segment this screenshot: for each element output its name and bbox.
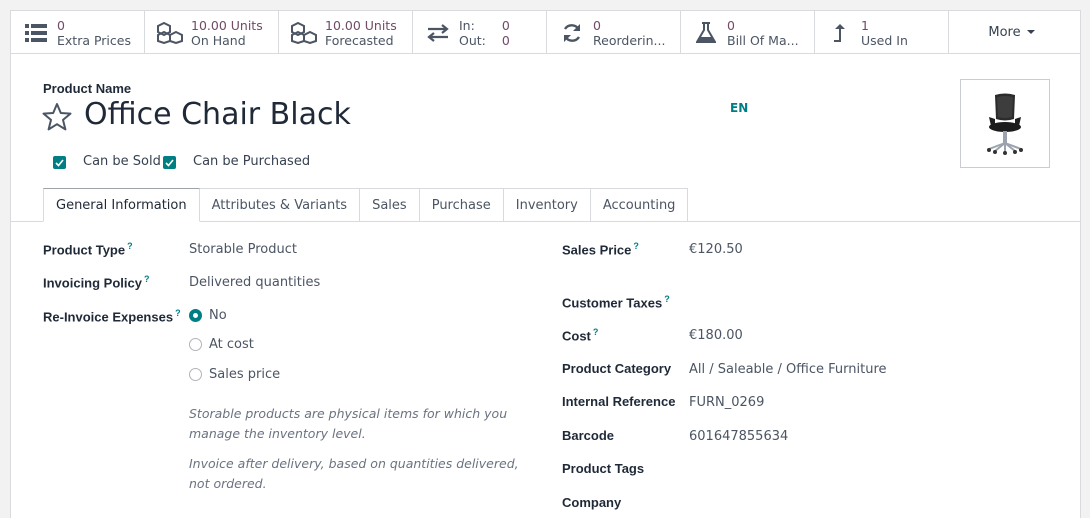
more-dropdown-button[interactable]: More [949, 11, 1080, 53]
office-chair-image [987, 93, 1023, 155]
bom-count: 0 [727, 17, 735, 33]
reinvoice-no-radio[interactable] [189, 309, 202, 322]
reinvoice-expenses-label: Re-Invoice Expenses? [43, 308, 181, 324]
customer-taxes-label: Customer Taxes? [562, 294, 670, 310]
check-icon [55, 158, 64, 167]
product-category-field[interactable]: All / Saleable / Office Furniture [689, 362, 887, 377]
in-label: In: [459, 17, 475, 33]
on-hand-qty: 10.00 Units [191, 17, 263, 33]
sales-price-field[interactable]: €120.50 [689, 242, 743, 257]
product-name-label: Product Name [43, 81, 132, 96]
forecasted-button[interactable]: 10.00 Units Forecasted [279, 11, 413, 54]
product-type-field[interactable]: Storable Product [189, 242, 297, 257]
language-toggle[interactable]: EN [730, 101, 748, 115]
product-type-help-text: Storable products are physical items for… [189, 406, 508, 441]
extra-prices-count: 0 [57, 17, 65, 33]
list-icon [23, 21, 49, 45]
out-label: Out: [459, 32, 486, 48]
reinvoice-sales-price-label: Sales price [209, 367, 281, 382]
used-in-button[interactable]: 1 Used In [815, 11, 949, 54]
product-type-label-text: Product Type [43, 242, 126, 258]
extra-prices-button[interactable]: 0 Extra Prices [11, 11, 145, 54]
help-tooltip-icon[interactable]: ? [175, 308, 181, 318]
in-out-button[interactable]: In: 0 Out: 0 [413, 11, 547, 54]
star-icon[interactable] [42, 102, 72, 132]
invoicing-policy-label: Invoicing Policy? [43, 274, 149, 290]
product-form-sheet: 0 Extra Prices 10.00 Units On Hand 10.00 U… [10, 10, 1081, 518]
notebook-tabs: General Information Attributes & Variant… [43, 188, 689, 222]
forecasted-label: Forecasted [325, 32, 394, 48]
help-tooltip-icon[interactable]: ? [633, 241, 639, 251]
product-image[interactable] [960, 79, 1050, 168]
tab-general-information[interactable]: General Information [43, 188, 200, 222]
tab-accounting[interactable]: Accounting [590, 188, 689, 222]
can-be-purchased-checkbox[interactable] [163, 156, 176, 169]
tab-attributes-variants[interactable]: Attributes & Variants [199, 188, 361, 222]
barcode-field[interactable]: 601647855634 [689, 429, 788, 444]
extra-prices-label: Extra Prices [57, 32, 131, 48]
product-type-label: Product Type? [43, 241, 133, 257]
cubes-icon [291, 21, 317, 45]
invoicing-policy-field[interactable]: Delivered quantities [189, 275, 320, 290]
reinvoice-sales-price-radio[interactable] [189, 368, 202, 381]
cubes-icon [157, 21, 183, 45]
forecasted-qty: 10.00 Units [325, 17, 397, 33]
reinvoice-no-label: No [209, 308, 227, 323]
tab-purchase[interactable]: Purchase [419, 188, 504, 222]
help-tooltip-icon[interactable]: ? [127, 241, 133, 251]
reinvoice-at-cost-radio[interactable] [189, 338, 202, 351]
tab-inventory[interactable]: Inventory [503, 188, 591, 222]
reordering-label: Reorderin... [593, 32, 666, 48]
reordering-button[interactable]: 0 Reorderin... [547, 11, 681, 54]
can-be-sold-checkbox[interactable] [53, 156, 66, 169]
bill-of-materials-button[interactable]: 0 Bill Of Ma... [681, 11, 815, 54]
product-tags-label: Product Tags [562, 461, 645, 476]
level-up-icon [827, 21, 853, 45]
help-tooltip-icon[interactable]: ? [593, 327, 599, 337]
internal-reference-field[interactable]: FURN_0269 [689, 395, 764, 410]
product-name-field[interactable]: Office Chair Black [84, 97, 351, 132]
cost-label-text: Cost [562, 328, 591, 344]
on-hand-label: On Hand [191, 32, 246, 48]
flask-icon [693, 21, 719, 45]
invoicing-policy-help-text: Invoice after delivery, based on quantit… [189, 456, 519, 491]
on-hand-button[interactable]: 10.00 Units On Hand [145, 11, 279, 54]
internal-reference-label: Internal Reference [562, 394, 676, 409]
help-tooltip-icon[interactable]: ? [144, 274, 150, 284]
product-category-label: Product Category [562, 361, 672, 376]
help-tooltip-icon[interactable]: ? [664, 294, 670, 304]
cost-label: Cost? [562, 327, 598, 343]
caret-down-icon [1026, 30, 1035, 34]
refresh-icon [559, 21, 585, 45]
tab-sales[interactable]: Sales [360, 188, 420, 222]
reinvoice-expenses-label-text: Re-Invoice Expenses [43, 309, 174, 325]
can-be-purchased-label: Can be Purchased [193, 154, 311, 169]
used-in-count: 1 [861, 17, 869, 33]
exchange-icon [425, 21, 451, 45]
sales-price-label: Sales Price? [562, 241, 639, 257]
reordering-count: 0 [593, 17, 601, 33]
reinvoice-at-cost-label: At cost [209, 337, 254, 352]
bom-label: Bill Of Ma... [727, 32, 799, 48]
invoicing-policy-label-text: Invoicing Policy [43, 275, 142, 291]
company-label: Company [562, 495, 622, 510]
more-label: More [988, 24, 1021, 40]
customer-taxes-label-text: Customer Taxes [562, 295, 663, 311]
cost-field[interactable]: €180.00 [689, 328, 743, 343]
in-value: 0 [501, 17, 510, 33]
can-be-sold-label: Can be Sold [83, 154, 161, 169]
out-value: 0 [501, 32, 510, 48]
smart-button-box: 0 Extra Prices 10.00 Units On Hand 10.00 U… [11, 11, 1080, 54]
used-in-label: Used In [861, 32, 908, 48]
sales-price-label-text: Sales Price [562, 242, 632, 258]
check-icon [165, 158, 174, 167]
barcode-label: Barcode [562, 428, 615, 443]
